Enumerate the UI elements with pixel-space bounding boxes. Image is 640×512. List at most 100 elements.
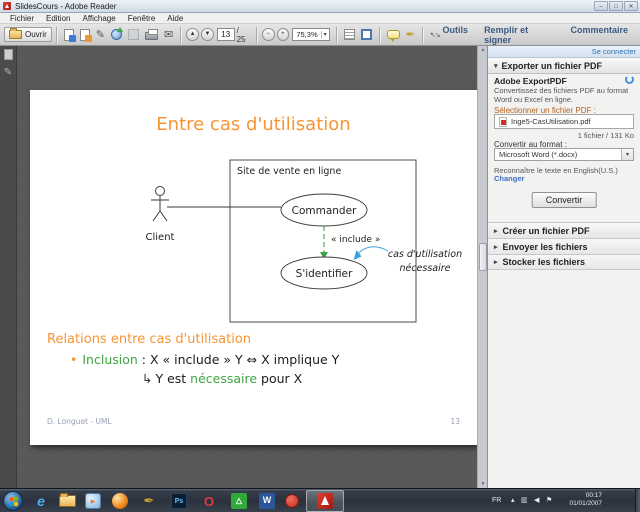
taskbar: e ▸ ✒ Ps O △ W FR ▴ ▥ ◀ ⚑ 00:17 01/01/20…: [0, 488, 640, 512]
fullscreen-arrows-icon: ↖↘: [430, 31, 440, 39]
bullet-line: •Inclusion : X « include » Y ⇔ X impliqu…: [70, 352, 339, 367]
scroll-mode-button[interactable]: [344, 29, 355, 40]
menu-aide[interactable]: Aide: [161, 14, 189, 23]
slide-page-number: 13: [450, 417, 460, 426]
section-create-pdf[interactable]: ▸ Créer un fichier PDF: [488, 222, 640, 238]
zoom-in-button[interactable]: +: [277, 28, 290, 41]
page-number-input[interactable]: 13: [217, 28, 235, 41]
sign-button[interactable]: ✎: [96, 28, 105, 41]
usecase-sidentifier-label: S'identifier: [296, 268, 353, 280]
page-total-label: / 25: [237, 26, 250, 44]
menu-fenetre[interactable]: Fenêtre: [122, 14, 162, 23]
selected-file-box[interactable]: Inge5-CasUtilisation.pdf: [494, 114, 634, 129]
previous-page-button[interactable]: ▲: [186, 28, 199, 41]
panel-tabs: Outils Remplir et signer Commentaire: [443, 25, 636, 45]
convert-button[interactable]: Convertir: [532, 192, 597, 208]
tab-commentaire[interactable]: Commentaire: [571, 25, 629, 45]
taskbar-explorer[interactable]: [56, 491, 78, 511]
comment-button[interactable]: [387, 30, 400, 39]
section-send-files[interactable]: ▸ Envoyer les fichiers: [488, 238, 640, 254]
close-button[interactable]: ✕: [624, 1, 638, 11]
start-button[interactable]: [3, 491, 23, 511]
word-icon: W: [259, 493, 275, 509]
restore-button[interactable]: □: [609, 1, 623, 11]
taskbar-ie[interactable]: e: [30, 491, 52, 511]
tab-remplir-signer[interactable]: Remplir et signer: [484, 25, 554, 45]
format-select[interactable]: Microsoft Word (*.docx) ▾: [494, 148, 634, 161]
note-pointer-curve: [357, 247, 388, 255]
document-area: Entre cas d'utilisation Site de vente en…: [17, 46, 487, 488]
save-button[interactable]: [128, 29, 139, 40]
usecase-commander-label: Commander: [292, 205, 357, 217]
section-export-pdf[interactable]: ▾ Exporter un fichier PDF: [488, 58, 640, 74]
actor-label: Client: [146, 232, 175, 243]
open-button[interactable]: Ouvrir: [4, 27, 52, 42]
chevron-right-icon: ▸: [494, 227, 498, 235]
highlight-button[interactable]: ✒: [406, 28, 415, 41]
comment-bubble-icon: [387, 30, 400, 39]
workspace: ✎ Entre cas d'utilisation Site de vente …: [0, 46, 640, 488]
selected-file-name: Inge5-CasUtilisation.pdf: [511, 117, 591, 126]
document-scrollbar[interactable]: ▲ ▼: [477, 46, 487, 488]
volume-icon[interactable]: ◀: [534, 489, 539, 512]
tray-language[interactable]: FR: [492, 489, 501, 512]
sign-in-link[interactable]: Se connecter: [592, 47, 636, 56]
tray-clock[interactable]: 00:17 01/01/2007: [556, 492, 602, 508]
menu-affichage[interactable]: Affichage: [76, 14, 121, 23]
slide-page: Entre cas d'utilisation Site de vente en…: [30, 90, 477, 445]
taskbar-opera[interactable]: O: [198, 491, 220, 511]
zoom-out-button[interactable]: −: [262, 28, 275, 41]
zoom-level-select[interactable]: 75,3% ▾: [292, 28, 329, 41]
next-page-button[interactable]: ▼: [201, 28, 214, 41]
clock-date: 01/01/2007: [569, 500, 602, 507]
scroll-mode-icon: [344, 29, 355, 40]
system-boundary-box: [230, 160, 416, 322]
taskbar-red-app[interactable]: [281, 491, 303, 511]
taskbar-green-app[interactable]: △: [228, 491, 250, 511]
menu-fichier[interactable]: Fichier: [4, 14, 40, 23]
pdf-file-icon: [499, 117, 507, 127]
section-store-files[interactable]: ▸ Stocker les fichiers: [488, 254, 640, 270]
tab-outils[interactable]: Outils: [443, 25, 469, 45]
media-player-icon: ▸: [85, 493, 101, 509]
file-meta: 1 fichier / 131 Ko: [494, 131, 634, 140]
taskbar-adobe-reader-active[interactable]: [306, 490, 344, 512]
toolbar: Ouvrir ✎ ✉ ▲ ▼ 13 / 25 − + 75,3% ▾ ✒ ↖↘ …: [0, 24, 640, 46]
taskbar-firefox[interactable]: [109, 491, 131, 511]
taskbar-media-player[interactable]: ▸: [82, 491, 104, 511]
windows-logo-icon: [9, 496, 18, 506]
pdf-create-icon: [64, 29, 74, 41]
chevron-down-icon: ▾: [494, 62, 498, 70]
bullet-icon: •: [70, 352, 77, 367]
annotations-icon[interactable]: ✎: [4, 67, 12, 78]
bullet-term: Inclusion: [82, 352, 137, 367]
menu-edition[interactable]: Edition: [40, 14, 76, 23]
minimize-button[interactable]: –: [594, 1, 608, 11]
page-thumbnails-icon[interactable]: [4, 49, 13, 60]
fit-page-button[interactable]: [361, 29, 372, 40]
taskbar-pen-app[interactable]: ✒: [138, 491, 160, 511]
show-desktop-button[interactable]: [635, 489, 640, 512]
taskbar-word[interactable]: W: [256, 491, 278, 511]
print-button[interactable]: [145, 29, 158, 40]
pen-app-icon: ✒: [144, 493, 155, 509]
pdf-online-button[interactable]: [64, 29, 74, 41]
fullscreen-button[interactable]: ↖↘: [430, 31, 440, 39]
implication-line: ↳Y est nécessaire pour X: [142, 371, 302, 386]
opera-icon: O: [204, 494, 214, 509]
globe-upload-icon: [111, 29, 122, 40]
action-center-flag-icon[interactable]: ⚑: [546, 489, 552, 512]
email-button[interactable]: ✉: [164, 28, 173, 41]
export-pdf-button[interactable]: [80, 29, 90, 41]
taskbar-photoshop[interactable]: Ps: [168, 491, 190, 511]
tray-expand-icon[interactable]: ▴: [511, 489, 515, 512]
chevron-right-icon: ▸: [494, 243, 498, 251]
scrollbar-thumb[interactable]: [479, 243, 487, 271]
hook-arrow-icon: ↳: [142, 371, 152, 386]
share-button[interactable]: [111, 29, 122, 40]
necessaire-term: nécessaire: [190, 371, 257, 386]
network-icon[interactable]: ▥: [521, 489, 528, 512]
internet-explorer-icon: e: [37, 493, 45, 509]
system-label: Site de vente en ligne: [237, 166, 341, 177]
change-link[interactable]: Changer: [494, 174, 634, 183]
